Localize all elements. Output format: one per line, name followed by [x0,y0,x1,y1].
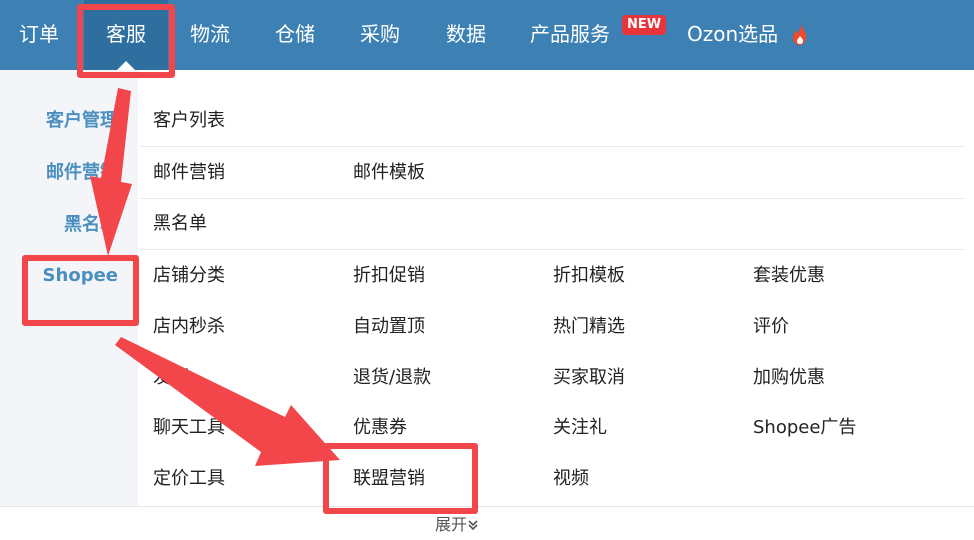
row-divider [140,146,965,147]
menu-item-coupons[interactable]: 优惠券 [353,416,407,440]
menu-item-discount-template[interactable]: 折扣模板 [553,264,625,288]
menu-item-follow-prize[interactable]: 关注礼 [553,416,607,440]
menu-item-invoice[interactable]: 发票 [153,366,189,390]
highlight-box-affiliate-marketing [323,443,478,514]
menu-item-flash-sale[interactable]: 店内秒杀 [153,315,225,339]
menu-item-chat-tools[interactable]: 聊天工具 [153,416,225,440]
menu-item-bundle-deal[interactable]: 套装优惠 [753,264,825,288]
menu-item-shopee-ads[interactable]: Shopee广告 [753,416,856,440]
bottom-divider [0,506,974,507]
nav-item-ozon-selection[interactable]: Ozon选品 [687,0,778,70]
highlight-box-shopee [22,255,139,326]
menu-item-email-template[interactable]: 邮件模板 [353,161,425,185]
expand-toggle[interactable]: 展开 [0,514,914,536]
nav-item-product-services[interactable]: 产品服务 [530,0,610,70]
menu-item-buyer-cancel[interactable]: 买家取消 [553,366,625,390]
row-divider [140,249,965,250]
nav-item-purchasing[interactable]: 采购 [360,0,400,70]
nav-item-warehouse[interactable]: 仓储 [275,0,315,70]
nav-item-logistics[interactable]: 物流 [190,0,230,70]
category-customer-management[interactable]: 客户管理 [46,109,118,133]
menu-item-top-picks[interactable]: 热门精选 [553,315,625,339]
highlight-box-customer-service [77,4,175,78]
double-chevron-down-icon [468,520,478,531]
menu-item-return-refund[interactable]: 退货/退款 [353,366,431,390]
menu-item-pricing-tools[interactable]: 定价工具 [153,467,225,491]
row-divider [140,198,965,199]
category-email-marketing[interactable]: 邮件营销 [46,161,118,185]
menu-item-video[interactable]: 视频 [553,467,589,491]
menu-item-customer-list[interactable]: 客户列表 [153,109,225,133]
annotation-arrows [90,88,340,466]
expand-label: 展开 [434,515,467,534]
nav-item-data[interactable]: 数据 [446,0,486,70]
menu-item-discount-promotion[interactable]: 折扣促销 [353,264,425,288]
flame-icon [793,23,806,45]
menu-item-blacklist[interactable]: 黑名单 [153,212,207,236]
menu-item-auto-boost[interactable]: 自动置顶 [353,315,425,339]
arrow-right-down-icon [115,337,340,466]
menu-item-shop-category[interactable]: 店铺分类 [153,264,225,288]
menu-item-add-on-deal[interactable]: 加购优惠 [753,366,825,390]
new-badge: NEW [622,15,666,35]
menu-item-reviews[interactable]: 评价 [753,315,789,339]
menu-item-email-marketing[interactable]: 邮件营销 [153,161,225,185]
category-blacklist[interactable]: 黑名单 [64,213,118,237]
nav-item-orders[interactable]: 订单 [19,0,59,70]
